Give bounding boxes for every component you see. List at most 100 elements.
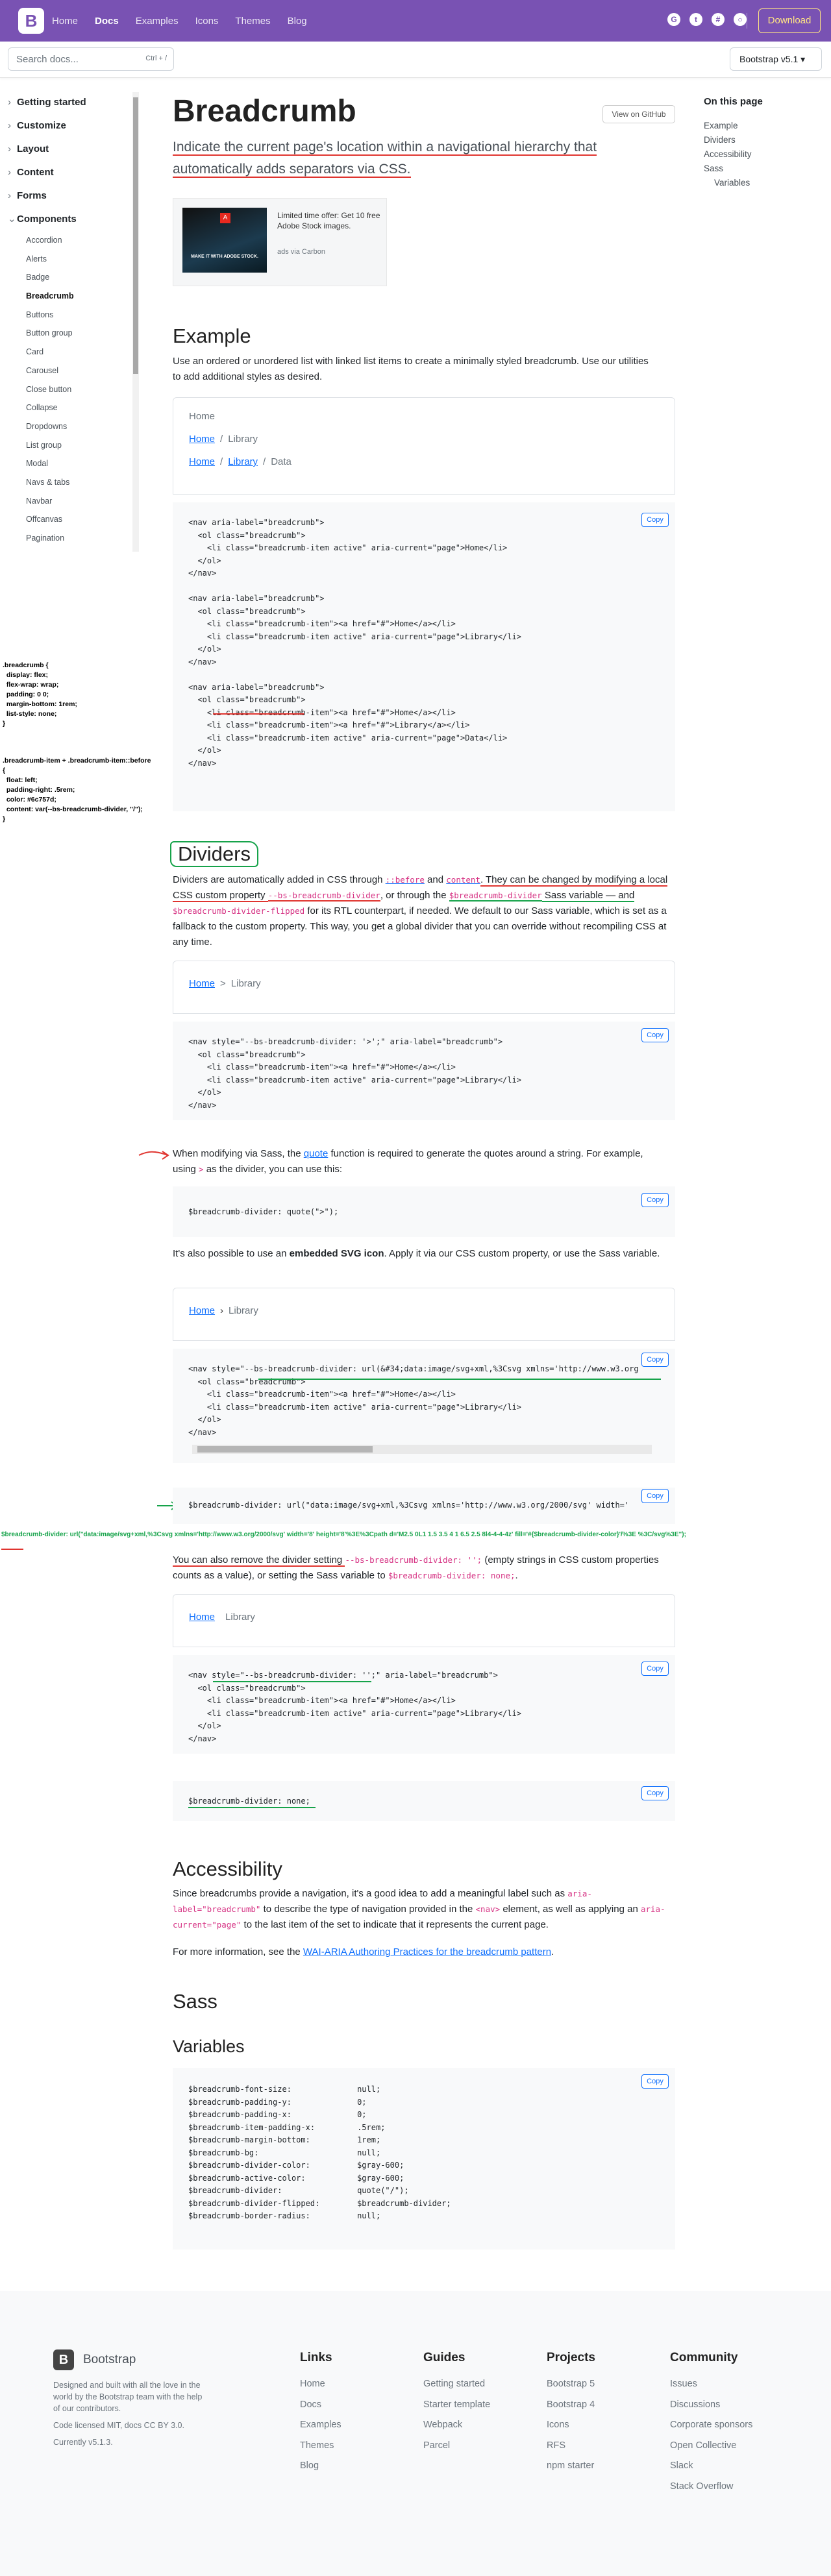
sidebar-item-close-button[interactable]: Close button xyxy=(8,380,144,399)
toc-item-variables[interactable]: Variables xyxy=(704,176,821,190)
sidebar-group-forms[interactable]: › Forms xyxy=(8,184,144,208)
breadcrumb-item-home[interactable]: Home xyxy=(189,1305,215,1316)
sidebar-item-buttons[interactable]: Buttons xyxy=(8,306,144,325)
code-horizontal-scrollbar[interactable] xyxy=(192,1445,652,1454)
footer-link-icons[interactable]: Icons xyxy=(547,2415,595,2436)
copy-button[interactable]: Copy xyxy=(641,513,669,527)
carbon-ad[interactable]: A MAKE IT WITH ADOBE STOCK. Limited time… xyxy=(173,198,387,286)
footer-link-slack[interactable]: Slack xyxy=(670,2456,752,2477)
breadcrumb-item-home[interactable]: Home xyxy=(189,1612,215,1623)
search-input[interactable]: Search docs... Ctrl + / xyxy=(8,47,174,71)
footer-link-corporate-sponsors[interactable]: Corporate sponsors xyxy=(670,2415,752,2436)
ad-image[interactable]: A MAKE IT WITH ADOBE STOCK. xyxy=(182,208,267,273)
social-icons: G t # ○ xyxy=(667,13,747,26)
footer-link-issues[interactable]: Issues xyxy=(670,2374,752,2395)
sub-navbar: Search docs... Ctrl + / Bootstrap v5.1 ▾ xyxy=(0,42,831,78)
footer-link-webpack[interactable]: Webpack xyxy=(423,2415,490,2436)
nav-link-themes[interactable]: Themes xyxy=(235,16,270,27)
footer-link-discussions[interactable]: Discussions xyxy=(670,2395,752,2416)
footer-link-stack-overflow[interactable]: Stack Overflow xyxy=(670,2477,752,2497)
sidebar-group-content[interactable]: › Content xyxy=(8,161,144,184)
version-dropdown[interactable]: Bootstrap v5.1 ▾ xyxy=(730,47,822,71)
footer-column-links: Links Home Docs Examples Themes Blog xyxy=(300,2351,341,2477)
sidebar-item-pagination[interactable]: Pagination xyxy=(8,529,144,548)
content-link[interactable]: content xyxy=(446,874,480,885)
copy-button[interactable]: Copy xyxy=(641,1662,669,1676)
sidebar-group-layout[interactable]: › Layout xyxy=(8,138,144,161)
breadcrumb-item-home[interactable]: Home xyxy=(189,434,215,445)
svg-divider-note: $breadcrumb-divider: url("data:image/svg… xyxy=(1,1531,686,1538)
sidebar-item-navs-tabs[interactable]: Navs & tabs xyxy=(8,473,144,492)
sidebar-item-collapse[interactable]: Collapse xyxy=(8,399,144,417)
sidebar-group-label: Getting started xyxy=(17,97,86,108)
code-scrollbar-thumb[interactable] xyxy=(197,1446,373,1453)
footer-link-parcel[interactable]: Parcel xyxy=(423,2436,490,2457)
sidebar-item-navbar[interactable]: Navbar xyxy=(8,492,144,511)
footer-link-docs[interactable]: Docs xyxy=(300,2395,341,2416)
copy-button[interactable]: Copy xyxy=(641,1786,669,1800)
copy-button[interactable]: Copy xyxy=(641,1028,669,1042)
footer-link-bootstrap-4[interactable]: Bootstrap 4 xyxy=(547,2395,595,2416)
view-on-github-button[interactable]: View on GitHub xyxy=(602,105,675,123)
footer-brand[interactable]: Bootstrap xyxy=(83,2353,136,2367)
nav-link-docs[interactable]: Docs xyxy=(95,16,119,27)
sidebar-group-label: Content xyxy=(17,167,54,178)
sidebar-group-getting-started[interactable]: › Getting started xyxy=(8,91,144,114)
copy-button[interactable]: Copy xyxy=(641,1353,669,1367)
footer-link-getting-started[interactable]: Getting started xyxy=(423,2374,490,2395)
sidebar-group-label: Components xyxy=(17,214,77,225)
toc-item-dividers[interactable]: Dividers xyxy=(704,133,821,147)
footer-link-examples[interactable]: Examples xyxy=(300,2415,341,2436)
toc-item-sass[interactable]: Sass xyxy=(704,162,821,176)
nav-link-examples[interactable]: Examples xyxy=(136,16,179,27)
sidebar-item-badge[interactable]: Badge xyxy=(8,268,144,287)
toc-item-example[interactable]: Example xyxy=(704,119,821,133)
sidebar-item-accordion[interactable]: Accordion xyxy=(8,231,144,250)
footer-link-blog[interactable]: Blog xyxy=(300,2456,341,2477)
before-link[interactable]: ::before xyxy=(386,874,425,885)
sidebar-item-alerts[interactable]: Alerts xyxy=(8,250,144,269)
footer-logo-icon[interactable]: B xyxy=(53,2349,74,2370)
sidebar-item-button-group[interactable]: Button group xyxy=(8,324,144,343)
nav-link-icons[interactable]: Icons xyxy=(195,16,219,27)
footer-link-rfs[interactable]: RFS xyxy=(547,2436,595,2457)
no-divider-preview: Home Library xyxy=(173,1594,675,1647)
copy-button[interactable]: Copy xyxy=(641,1489,669,1503)
sidebar-group-customize[interactable]: › Customize xyxy=(8,114,144,138)
footer-link-home[interactable]: Home xyxy=(300,2374,341,2395)
footer-link-themes[interactable]: Themes xyxy=(300,2436,341,2457)
sidebar-item-list-group[interactable]: List group xyxy=(8,436,144,455)
quote-link[interactable]: quote xyxy=(304,1148,329,1159)
footer-link-npm-starter[interactable]: npm starter xyxy=(547,2456,595,2477)
download-button[interactable]: Download xyxy=(758,8,821,33)
nav-link-blog[interactable]: Blog xyxy=(288,16,307,27)
sidebar-item-offcanvas[interactable]: Offcanvas xyxy=(8,510,144,529)
ad-via[interactable]: ads via Carbon xyxy=(277,248,325,256)
nav-link-home[interactable]: Home xyxy=(52,16,78,27)
footer-link-starter-template[interactable]: Starter template xyxy=(423,2395,490,2416)
twitter-icon[interactable]: t xyxy=(689,13,702,26)
footer-link-bootstrap-5[interactable]: Bootstrap 5 xyxy=(547,2374,595,2395)
slack-icon[interactable]: # xyxy=(712,13,725,26)
copy-button[interactable]: Copy xyxy=(641,1193,669,1207)
footer-link-open-collective[interactable]: Open Collective xyxy=(670,2436,752,2457)
sidebar-item-dropdowns[interactable]: Dropdowns xyxy=(8,417,144,436)
toc-item-accessibility[interactable]: Accessibility xyxy=(704,147,821,162)
opencollective-icon[interactable]: ○ xyxy=(734,13,747,26)
sidebar-group-components[interactable]: ⌄Components xyxy=(8,208,144,231)
footer-column-heading: Links xyxy=(300,2351,332,2364)
sidebar-scrollbar-thumb[interactable] xyxy=(133,97,138,374)
bootstrap-logo-icon[interactable]: B xyxy=(18,8,44,34)
dividers-none-desc: You can also remove the divider setting … xyxy=(173,1554,659,1581)
copy-button[interactable]: Copy xyxy=(641,2074,669,2089)
sidebar-item-breadcrumb[interactable]: Breadcrumb xyxy=(8,287,144,306)
sidebar-item-carousel[interactable]: Carousel xyxy=(8,362,144,380)
breadcrumb-item-home[interactable]: Home xyxy=(189,456,215,467)
wai-aria-link[interactable]: WAI-ARIA Authoring Practices for the bre… xyxy=(303,1946,551,1957)
sidebar-item-modal[interactable]: Modal xyxy=(8,454,144,473)
ad-text[interactable]: Limited time offer: Get 10 free Adobe St… xyxy=(277,210,381,231)
breadcrumb-item-home[interactable]: Home xyxy=(189,978,215,989)
github-icon[interactable]: G xyxy=(667,13,680,26)
breadcrumb-item-library[interactable]: Library xyxy=(228,456,258,467)
sidebar-item-card[interactable]: Card xyxy=(8,343,144,362)
